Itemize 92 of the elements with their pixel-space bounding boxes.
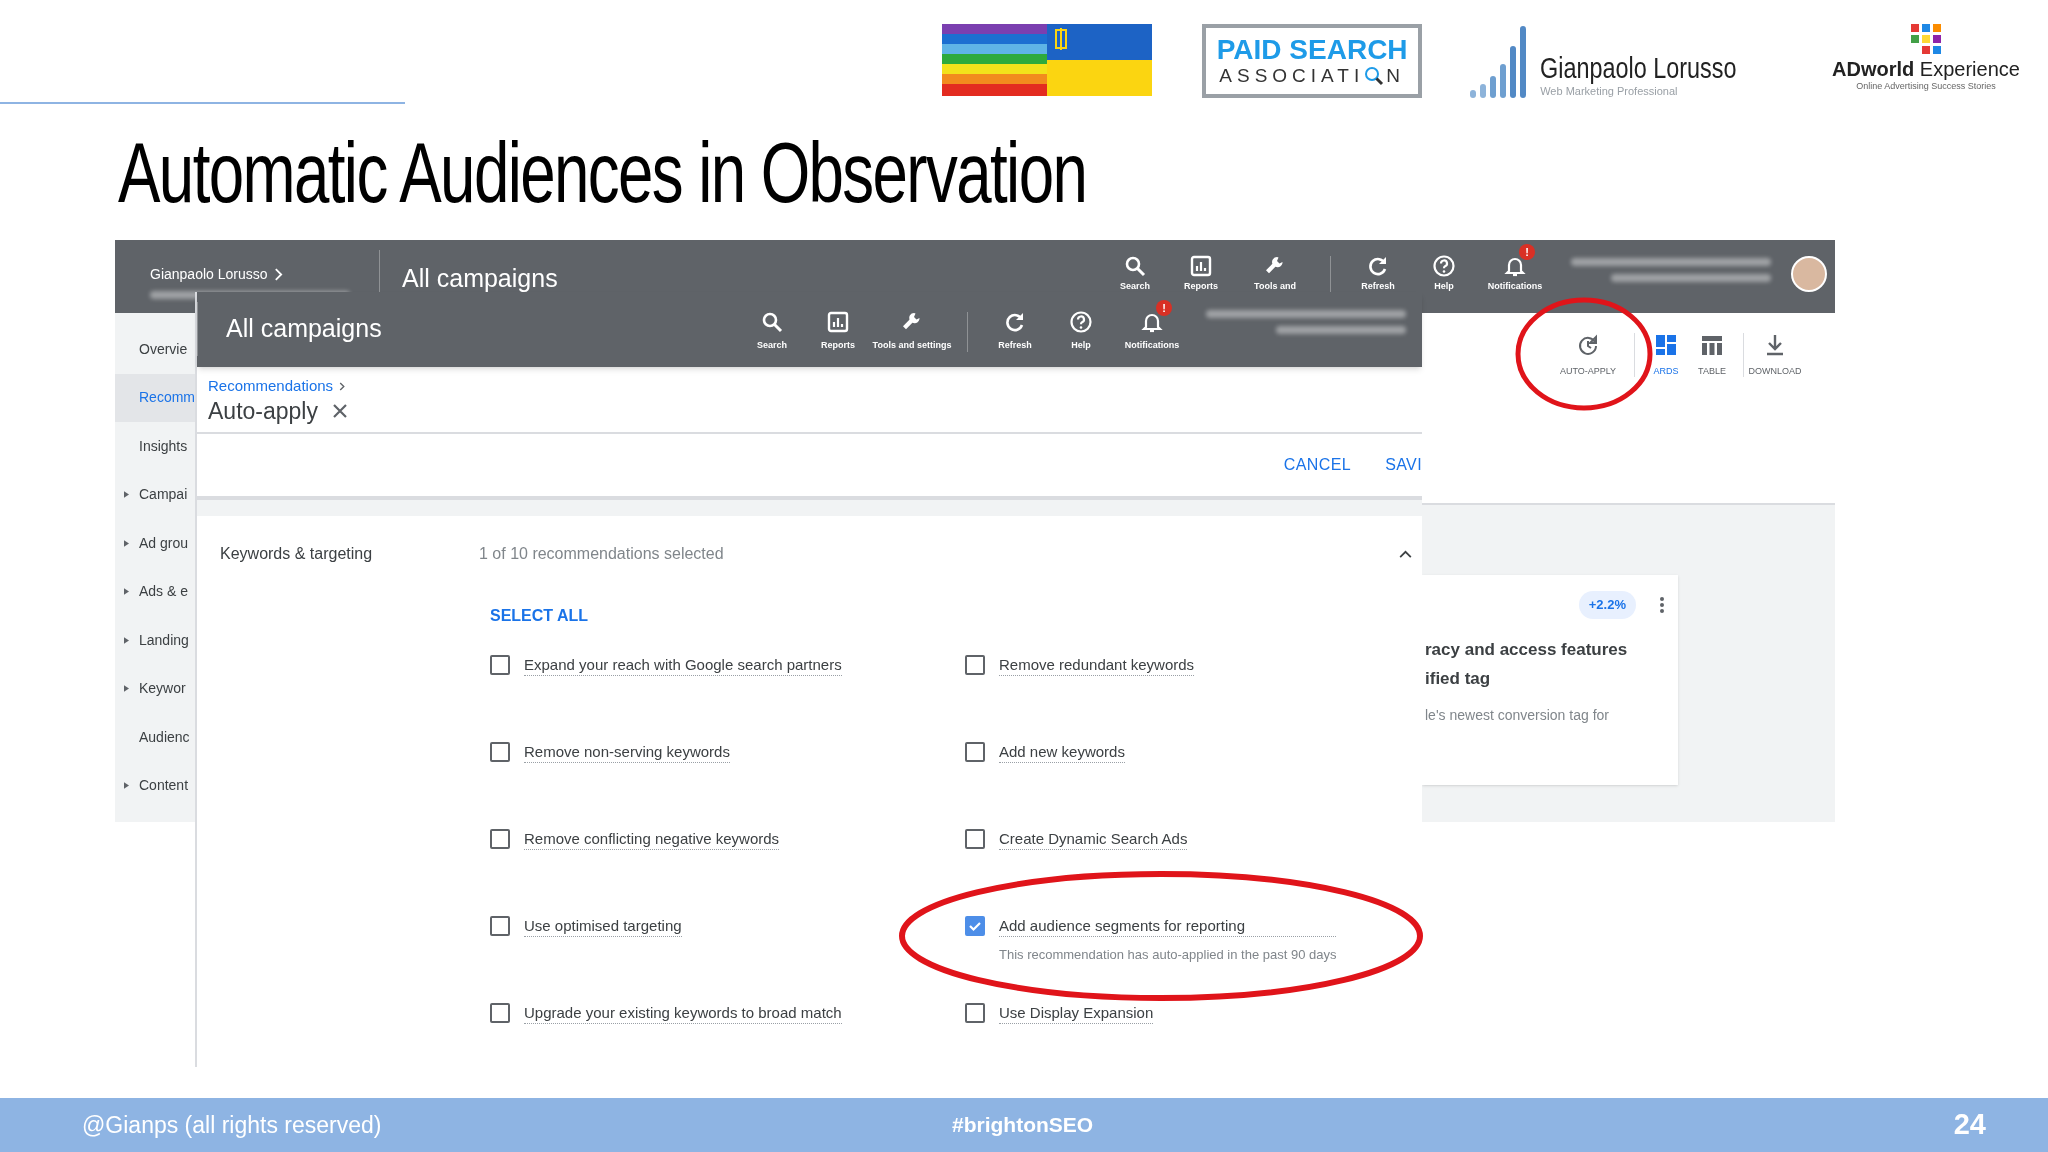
checkbox-label: Remove conflicting negative keywords — [524, 829, 780, 850]
recommendation-note: This recommendation has auto-applied in the past 90 days — [999, 946, 1337, 964]
toolbar-button[interactable]: Search — [739, 308, 805, 351]
chevron-right-icon — [273, 268, 283, 281]
sidebar-item[interactable]: Overvie — [115, 325, 195, 374]
card-title: racy and access features ified tag — [1425, 638, 1629, 690]
checkbox-label: Use Display Expansion — [999, 1003, 1154, 1024]
checkbox[interactable] — [965, 742, 985, 762]
expand-arrow-icon — [124, 539, 129, 547]
breadcrumb-link[interactable]: Recommendations — [208, 377, 334, 395]
sidebar-item[interactable]: Audienc — [115, 713, 195, 762]
checkbox[interactable] — [490, 655, 510, 675]
toolbar-button[interactable]: Search — [1102, 252, 1168, 292]
checkbox[interactable] — [965, 1003, 985, 1023]
checkbox-label: Create Dynamic Search Ads — [999, 829, 1188, 850]
checkbox-label: Upgrade your existing keywords to broad match — [524, 1003, 842, 1024]
sidebar-item[interactable]: Landing — [115, 616, 195, 665]
search-icon — [760, 310, 784, 334]
logo-name: ADworld Experience — [1832, 58, 2020, 80]
checkbox[interactable] — [965, 655, 985, 675]
logo-name: Gianpaolo Lorusso — [1540, 51, 1737, 85]
sidebar-item[interactable]: Content — [115, 761, 195, 810]
select-all-button[interactable]: SELECT ALL — [490, 604, 589, 628]
expand-arrow-icon — [124, 588, 129, 596]
section-header[interactable]: Keywords & targeting 1 of 10 recommendations selected — [197, 526, 1422, 582]
uplift-badge: +2.2% — [1578, 591, 1636, 619]
expand-arrow-icon — [124, 782, 129, 790]
checkmark-icon — [968, 919, 982, 933]
page-title: All campaigns — [226, 313, 382, 345]
checkbox[interactable] — [490, 829, 510, 849]
checkbox[interactable] — [490, 916, 510, 936]
chevron-up-icon[interactable] — [1399, 550, 1412, 558]
checkbox-label: Use optimised targeting — [524, 916, 682, 937]
help-icon — [1069, 310, 1093, 334]
logo-tagline: Online Advertising Success Stories — [1856, 80, 1996, 93]
expand-arrow-icon — [124, 685, 129, 693]
action-button[interactable]: SAVI — [1385, 453, 1422, 477]
account-name[interactable]: Gianpaolo Lorusso — [150, 264, 268, 285]
search-icon — [1123, 254, 1147, 278]
checkbox-label: Add new keywords — [999, 742, 1125, 763]
sidebar-item[interactable]: Insights — [115, 422, 195, 471]
expand-arrow-icon — [124, 491, 129, 499]
view-button[interactable]: ARDS — [1643, 333, 1689, 379]
sidebar-item[interactable]: Ads & e — [115, 567, 195, 616]
grid-icon — [1654, 333, 1678, 357]
bar-chart-icon — [1189, 254, 1213, 278]
close-icon[interactable] — [331, 403, 348, 419]
selection-summary: 1 of 10 recommendations selected — [479, 544, 725, 564]
expand-arrow-icon — [124, 636, 129, 644]
toolbar-button[interactable]: Tools and settings — [871, 308, 953, 351]
toolbar-button[interactable]: Reports — [1168, 252, 1234, 292]
toolbar-button[interactable]: Help — [1411, 252, 1477, 292]
help-icon — [1432, 254, 1456, 278]
view-button[interactable]: TABLE — [1689, 333, 1735, 379]
chevron-right-icon — [339, 381, 346, 391]
color-squares-icon — [1911, 24, 1941, 54]
clock-refresh-icon — [1576, 333, 1600, 357]
bar-chart-icon — [826, 310, 850, 334]
more-menu-icon[interactable] — [1660, 596, 1664, 613]
checkbox[interactable] — [965, 829, 985, 849]
page-title: All campaigns — [402, 263, 559, 294]
toolbar-button[interactable]: Refresh — [982, 308, 1048, 351]
footer-credit: @Gianps (all rights reserved) — [82, 1110, 383, 1140]
slide-title: Automatic Audiences in Observation — [118, 124, 1087, 220]
action-button[interactable]: CANCEL — [1283, 453, 1352, 477]
card-description: le's newest conversion tag for — [1425, 705, 1610, 725]
table-icon — [1700, 333, 1724, 357]
notification-badge: ! — [1519, 244, 1535, 260]
checkbox-label: Remove redundant keywords — [999, 655, 1195, 676]
sidebar-item[interactable]: Recomm — [115, 373, 195, 422]
magnifier-icon — [1364, 66, 1385, 86]
section-title: Keywords & targeting — [220, 544, 374, 564]
toolbar-button[interactable]: Tools and — [1234, 252, 1316, 292]
sidebar-item[interactable]: Campai — [115, 470, 195, 519]
checkbox-label: Expand your reach with Google search partners — [524, 655, 842, 676]
association-logo: PAID SEARCH ASSOCIATI N — [1202, 24, 1423, 98]
checkbox-label: Add audience segments for reporting — [999, 916, 1337, 937]
logo-tagline: Web Marketing Professional — [1540, 85, 1679, 98]
sidebar-item[interactable]: Ad grou — [115, 519, 195, 568]
avatar[interactable] — [1791, 256, 1827, 292]
toolbar-button[interactable]: Help — [1048, 308, 1114, 351]
checkbox-label: Remove non-serving keywords — [524, 742, 730, 763]
checkbox[interactable] — [965, 916, 985, 936]
checkbox[interactable] — [490, 742, 510, 762]
checkbox[interactable] — [490, 1003, 510, 1023]
footer-hashtag: #brightonSEO — [952, 1112, 1095, 1139]
notification-badge: ! — [1156, 300, 1172, 316]
page-number: 24 — [1953, 1107, 1986, 1143]
toolbar-button[interactable]: Refresh — [1345, 252, 1411, 292]
dialog-title: Auto-apply — [208, 397, 318, 425]
sidebar-item[interactable]: Keywor — [115, 664, 195, 713]
toolbar-button[interactable]: Reports — [805, 308, 871, 351]
